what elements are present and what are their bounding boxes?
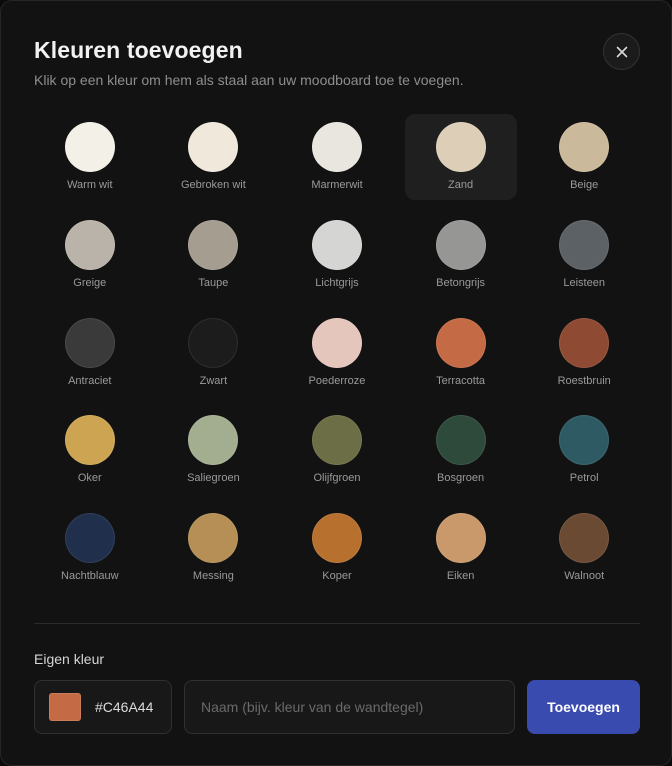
- add-colors-dialog: Kleuren toevoegen Klik op een kleur om h…: [0, 0, 672, 766]
- color-swatch[interactable]: Walnoot: [528, 505, 640, 591]
- color-swatch[interactable]: Zwart: [157, 310, 269, 396]
- swatch-label: Messing: [192, 570, 234, 583]
- swatch-label: Saliegroen: [187, 472, 240, 485]
- swatch-label: Warm wit: [67, 179, 113, 191]
- swatch-label: Nachtblauw: [61, 570, 119, 583]
- swatch-color-circle: [559, 415, 610, 466]
- swatch-label: Gebroken wit: [180, 179, 246, 191]
- swatch-color-circle: [435, 122, 486, 172]
- swatch-color-circle: [64, 415, 115, 466]
- close-button[interactable]: [603, 33, 640, 70]
- swatch-color-circle: [435, 513, 486, 564]
- swatch-color-circle: [311, 415, 362, 466]
- swatch-label: Roestbruin: [557, 374, 611, 387]
- swatch-color-circle: [311, 317, 362, 368]
- color-swatch[interactable]: Terracotta: [405, 310, 517, 396]
- swatch-color-circle: [64, 317, 115, 368]
- color-swatch[interactable]: Poederroze: [281, 310, 393, 396]
- color-swatch[interactable]: Greige: [34, 212, 146, 298]
- custom-color-hex: #C46A44: [95, 699, 154, 715]
- swatch-color-circle: [188, 317, 239, 368]
- swatch-color-circle: [311, 513, 362, 564]
- swatch-label: Zand: [448, 179, 474, 191]
- swatch-color-circle: [64, 122, 115, 172]
- swatch-color-circle: [435, 219, 486, 270]
- color-swatch[interactable]: Messing: [157, 505, 269, 591]
- color-swatch[interactable]: Gebroken wit: [157, 114, 269, 200]
- swatch-color-circle: [188, 513, 239, 564]
- swatch-color-circle: [559, 122, 610, 172]
- swatch-label: Taupe: [198, 276, 229, 289]
- swatch-label: Koper: [322, 570, 352, 583]
- custom-color-picker[interactable]: #C46A44: [34, 680, 172, 734]
- color-swatch[interactable]: Lichtgrijs: [281, 212, 393, 298]
- swatch-label: Beige: [570, 179, 599, 191]
- color-swatch[interactable]: Zand: [404, 114, 517, 200]
- color-swatch[interactable]: Beige: [528, 114, 640, 200]
- dialog-title: Kleuren toevoegen: [34, 37, 243, 63]
- swatch-color-circle: [64, 513, 115, 564]
- color-name-input[interactable]: [184, 680, 515, 734]
- color-swatch[interactable]: Olijfgroen: [281, 407, 393, 493]
- swatch-label: Lichtgrijs: [315, 276, 359, 289]
- color-swatch[interactable]: Leisteen: [528, 212, 640, 298]
- color-swatch[interactable]: Petrol: [528, 407, 640, 493]
- swatch-label: Walnoot: [564, 570, 605, 583]
- color-swatch[interactable]: Nachtblauw: [34, 505, 146, 591]
- swatch-grid: Warm wit Gebroken wit Marmerwit Zand Beige Gr…: [28, 113, 646, 602]
- add-button[interactable]: Toevoegen: [527, 680, 640, 734]
- swatch-color-circle: [188, 122, 239, 172]
- swatch-label: Petrol: [569, 472, 599, 485]
- swatch-label: Bosgroen: [437, 472, 485, 485]
- swatch-label: Olijfgroen: [313, 472, 361, 485]
- swatch-color-circle: [311, 219, 362, 270]
- color-swatch[interactable]: Antraciet: [34, 310, 146, 396]
- swatch-color-circle: [559, 219, 610, 270]
- swatch-label: Poederroze: [308, 374, 366, 387]
- swatch-color-circle: [311, 122, 362, 172]
- swatch-color-circle: [559, 317, 610, 368]
- divider: [34, 623, 640, 624]
- dialog-subtitle: Klik op een kleur om hem als staal aan u…: [34, 72, 464, 88]
- swatch-label: Terracotta: [436, 374, 486, 387]
- swatch-label: Eiken: [446, 570, 475, 583]
- swatch-color-circle: [64, 219, 115, 270]
- color-swatch[interactable]: Roestbruin: [528, 310, 640, 396]
- swatch-label: Betongrijs: [436, 276, 486, 289]
- color-swatch[interactable]: Marmerwit: [281, 114, 393, 200]
- swatch-label: Antraciet: [68, 374, 112, 387]
- swatch-label: Leisteen: [563, 276, 605, 289]
- swatch-color-circle: [435, 415, 486, 466]
- color-swatch[interactable]: Taupe: [157, 212, 269, 298]
- color-swatch[interactable]: Bosgroen: [405, 407, 517, 493]
- swatch-color-circle: [435, 317, 486, 368]
- swatch-color-circle: [188, 219, 239, 270]
- custom-color-label: Eigen kleur: [34, 651, 105, 667]
- swatch-color-circle: [559, 513, 610, 564]
- color-swatch[interactable]: Eiken: [405, 505, 517, 591]
- color-swatch[interactable]: Betongrijs: [405, 212, 517, 298]
- swatch-color-circle: [188, 415, 239, 466]
- swatch-label: Oker: [77, 472, 102, 485]
- swatch-label: Zwart: [199, 374, 228, 387]
- color-swatch[interactable]: Saliegroen: [157, 407, 269, 493]
- close-icon: [616, 46, 628, 58]
- color-swatch[interactable]: Warm wit: [34, 114, 146, 200]
- swatch-label: Marmerwit: [311, 179, 363, 191]
- custom-color-chip[interactable]: [49, 693, 81, 721]
- color-swatch[interactable]: Oker: [34, 407, 146, 493]
- color-swatch[interactable]: Koper: [281, 505, 393, 591]
- swatch-label: Greige: [73, 276, 107, 289]
